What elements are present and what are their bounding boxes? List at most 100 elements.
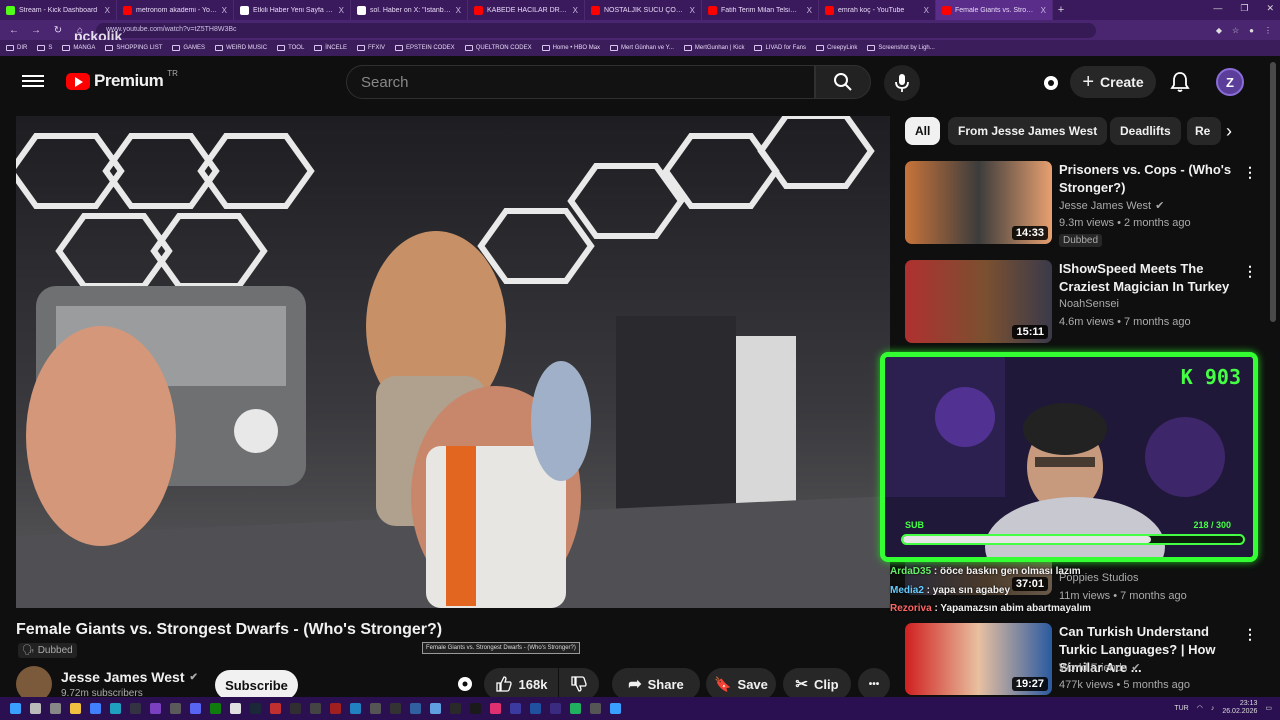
bookmark-item[interactable]: QUELTRON CODEX bbox=[464, 45, 532, 51]
forward-icon[interactable]: → bbox=[30, 25, 42, 36]
clip-button[interactable]: ✂ Clip bbox=[783, 668, 851, 700]
rec-kebab-menu-icon[interactable]: ⋮ bbox=[1243, 262, 1257, 280]
browser-tab[interactable]: sol. Haber on X: "İstanbul'da orta... X bbox=[351, 0, 468, 20]
search-input[interactable] bbox=[346, 65, 815, 99]
save-button[interactable]: 🔖 Save bbox=[706, 668, 776, 700]
app-icon[interactable] bbox=[150, 703, 161, 714]
steam-icon[interactable] bbox=[250, 703, 261, 714]
rec-title[interactable]: Prisoners vs. Cops - (Who's Stronger?) bbox=[1059, 161, 1237, 197]
chip-all[interactable]: All bbox=[905, 117, 941, 145]
browser-icon[interactable] bbox=[90, 703, 101, 714]
like-button[interactable]: 168k bbox=[484, 668, 558, 700]
search-button[interactable] bbox=[815, 65, 871, 99]
search-icon[interactable] bbox=[30, 703, 41, 714]
tab-close-icon[interactable]: X bbox=[690, 6, 695, 15]
dislike-button[interactable] bbox=[559, 668, 599, 700]
rec-title[interactable]: IShowSpeed Meets The Craziest Magician I… bbox=[1059, 260, 1237, 296]
bookmark-item[interactable]: WEIRD MUSIC bbox=[215, 45, 267, 51]
bookmark-item[interactable]: EPSTEIN CODEX bbox=[395, 45, 455, 51]
app-icon[interactable] bbox=[430, 703, 441, 714]
extension-icon[interactable]: ◆ bbox=[1216, 26, 1222, 35]
browser-tab[interactable]: Etkili Haber Yeni Sayfa on X: "Mu... X bbox=[234, 0, 351, 20]
bookmark-item[interactable]: Mert Günhan ve Y... bbox=[610, 45, 674, 51]
file-explorer-icon[interactable] bbox=[70, 703, 81, 714]
url-input[interactable]: www.youtube.com/watch?v=tZ5TH8W3Bc bbox=[96, 22, 1096, 38]
bookmark-item[interactable]: SHOPPING LIST bbox=[105, 45, 162, 51]
browser-tab-active[interactable]: Female Giants vs. Strongest... X bbox=[936, 0, 1053, 20]
browser-tab[interactable]: NOSTALJİK SUCU ÇOCUK 1995 fi... X bbox=[585, 0, 702, 20]
profile-icon[interactable]: ● bbox=[1249, 26, 1254, 35]
maximize-icon[interactable]: ❐ bbox=[1240, 3, 1248, 14]
account-avatar[interactable]: Z bbox=[1216, 68, 1244, 96]
rec-kebab-menu-icon[interactable]: ⋮ bbox=[1243, 163, 1257, 181]
scrollbar-thumb[interactable] bbox=[1270, 62, 1276, 322]
app-icon[interactable] bbox=[450, 703, 461, 714]
bookmark-item[interactable]: LIVAD for Fans bbox=[754, 45, 806, 51]
rec-channel[interactable]: NoahSensei bbox=[1059, 298, 1119, 310]
rec-channel[interactable]: World Friends ✔ bbox=[1059, 661, 1140, 675]
app-icon[interactable] bbox=[590, 703, 601, 714]
edge-icon[interactable] bbox=[110, 703, 121, 714]
volume-icon[interactable]: ♪ bbox=[1211, 705, 1215, 712]
voice-search-button[interactable] bbox=[884, 65, 920, 101]
windows-start-icon[interactable] bbox=[10, 703, 21, 714]
chip-truncated[interactable]: Re bbox=[1187, 117, 1221, 145]
create-button[interactable]: + Create bbox=[1070, 66, 1156, 98]
wifi-icon[interactable]: ◠ bbox=[1197, 704, 1203, 712]
bookmark-item[interactable]: MertGunhan | Kick bbox=[683, 45, 744, 51]
bookmark-item[interactable]: TOOL bbox=[277, 45, 304, 51]
bookmark-item[interactable]: FFXIV bbox=[356, 45, 385, 51]
tab-close-icon[interactable]: X bbox=[339, 6, 344, 15]
chips-next-arrow-icon[interactable]: › bbox=[1226, 121, 1232, 142]
channel-name-link[interactable]: Jesse James West ✔ bbox=[61, 669, 198, 685]
app-icon[interactable] bbox=[390, 703, 401, 714]
reload-icon[interactable]: ↻ bbox=[52, 25, 64, 36]
recommendation-item[interactable]: 14:33 Prisoners vs. Cops - (Who's Strong… bbox=[905, 161, 1265, 247]
tab-close-icon[interactable]: X bbox=[456, 6, 461, 15]
app-icon[interactable] bbox=[350, 703, 361, 714]
obs-icon[interactable] bbox=[290, 703, 301, 714]
hamburger-menu-icon[interactable] bbox=[22, 72, 44, 90]
app-icon[interactable] bbox=[410, 703, 421, 714]
after-effects-icon[interactable] bbox=[510, 703, 521, 714]
app-icon[interactable] bbox=[230, 703, 241, 714]
xbox-icon[interactable] bbox=[210, 703, 221, 714]
premiere-icon[interactable] bbox=[490, 703, 501, 714]
browser-tab[interactable]: emrah koç - YouTube X bbox=[819, 0, 936, 20]
tab-close-icon[interactable]: X bbox=[924, 6, 929, 15]
tab-close-icon[interactable]: X bbox=[105, 6, 110, 15]
app-icon[interactable] bbox=[270, 703, 281, 714]
photoshop-icon[interactable] bbox=[530, 703, 541, 714]
bookmark-item[interactable]: CreepyLink bbox=[816, 45, 857, 51]
premiere-icon[interactable] bbox=[550, 703, 561, 714]
bookmark-item[interactable]: S bbox=[37, 45, 52, 51]
bookmark-item[interactable]: Home • HBO Max bbox=[541, 45, 600, 51]
notifications-button[interactable] bbox=[1168, 70, 1192, 94]
close-window-icon[interactable]: ✕ bbox=[1266, 3, 1274, 14]
recommendation-item[interactable]: 15:11 IShowSpeed Meets The Craziest Magi… bbox=[905, 260, 1265, 346]
browser-tab[interactable]: Stream - Kick Dashboard X bbox=[0, 0, 117, 20]
steam-icon[interactable] bbox=[130, 703, 141, 714]
browser-tab[interactable]: Fatih Terim Milan Telsim Reklamı... X bbox=[702, 0, 819, 20]
bookmark-item[interactable]: GAMES bbox=[172, 45, 205, 51]
discord-icon[interactable] bbox=[190, 703, 201, 714]
video-player[interactable] bbox=[16, 116, 890, 608]
subscribe-button[interactable]: Subscribe bbox=[215, 670, 298, 700]
bookmark-item[interactable]: İNCELE bbox=[314, 45, 347, 51]
rec-thumbnail[interactable]: 14:33 bbox=[905, 161, 1052, 244]
tab-close-icon[interactable]: X bbox=[222, 6, 227, 15]
star-icon[interactable]: ☆ bbox=[1232, 26, 1239, 35]
bookmark-item[interactable]: MANGA bbox=[62, 45, 95, 51]
chip-from-channel[interactable]: From Jesse James West bbox=[948, 117, 1108, 145]
app-icon[interactable] bbox=[170, 703, 181, 714]
task-view-icon[interactable] bbox=[50, 703, 61, 714]
more-actions-button[interactable]: ••• bbox=[858, 668, 890, 700]
rec-channel[interactable]: Jesse James West ✔ bbox=[1059, 199, 1164, 213]
kebab-menu-icon[interactable]: ⋮ bbox=[1264, 26, 1272, 35]
language-indicator[interactable]: TUR bbox=[1174, 705, 1188, 712]
tab-close-icon[interactable]: X bbox=[807, 6, 812, 15]
app-icon[interactable] bbox=[330, 703, 341, 714]
tab-close-icon[interactable]: X bbox=[1041, 6, 1046, 15]
rec-kebab-menu-icon[interactable]: ⋮ bbox=[1243, 625, 1257, 643]
app-icon[interactable] bbox=[470, 703, 481, 714]
